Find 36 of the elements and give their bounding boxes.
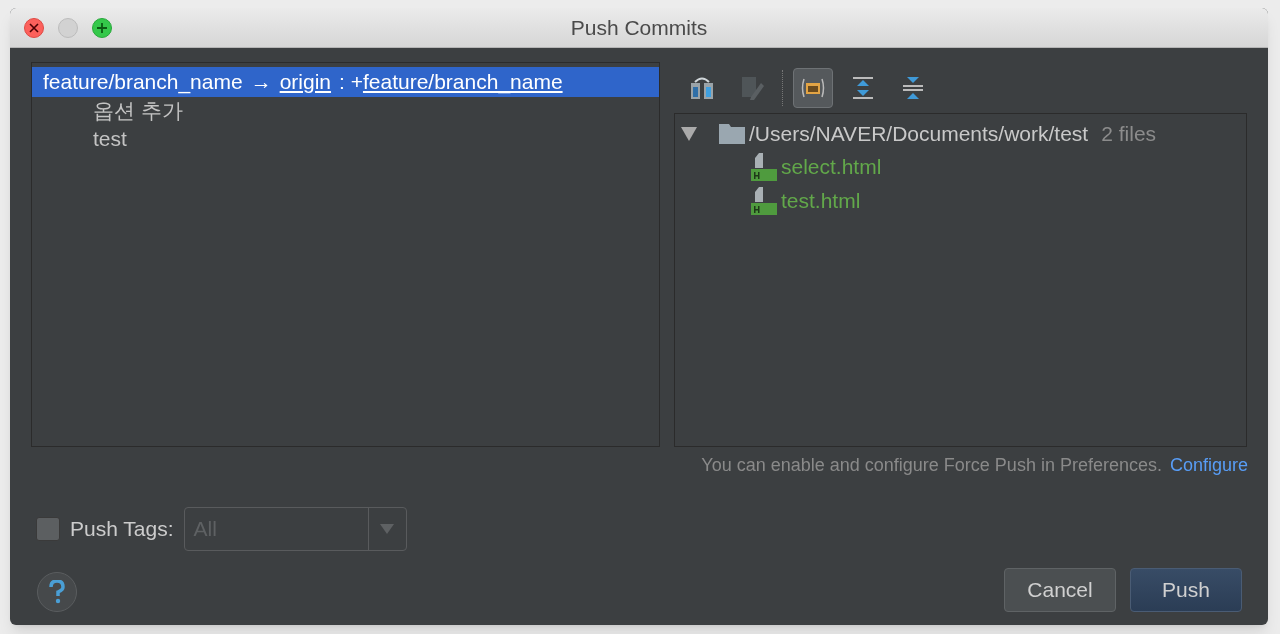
- dialog-button[interactable]: Push: [1130, 568, 1242, 612]
- html-file-icon: [751, 152, 777, 182]
- arrow-glyph: →: [250, 69, 272, 96]
- html-file-icon: [751, 186, 777, 216]
- folder-row[interactable]: /Users/NAVER/Documents/work/test 2 files: [675, 118, 1246, 150]
- zoom-button[interactable]: [92, 17, 112, 38]
- folder-icon: [800, 76, 826, 99]
- edit-document-icon: [739, 74, 765, 101]
- file-row[interactable]: select.html: [675, 150, 882, 184]
- commit-item[interactable]: test: [32, 125, 127, 153]
- push-tags-label: Push Tags:: [70, 516, 174, 543]
- file-row[interactable]: test.html: [675, 184, 861, 218]
- folder-path: /Users/NAVER/Documents/work/test: [749, 121, 1089, 148]
- target-branch-link[interactable]: feature/branch_name: [362, 66, 563, 98]
- commit-item[interactable]: 옵션 추가: [32, 97, 183, 125]
- file-count: 2 files: [1101, 121, 1157, 148]
- file-name: select.html: [781, 154, 882, 181]
- window-title: Push Commits: [570, 14, 708, 41]
- configure-link[interactable]: Configure: [1169, 451, 1248, 479]
- plus-icon: [96, 21, 108, 34]
- collapse-all-icon: [902, 75, 924, 100]
- force-push-notice: You can enable and configure Force Push in Preferences.: [701, 453, 1162, 477]
- toolbar-button[interactable]: [793, 67, 833, 108]
- push-spec-row[interactable]: feature/branch_name → origin : +feature/branch_name: [32, 67, 659, 97]
- help-button[interactable]: [37, 571, 77, 612]
- close-icon: [29, 22, 39, 33]
- file-name: test.html: [781, 188, 861, 215]
- dialog-button[interactable]: Cancel: [1004, 568, 1116, 612]
- remote-link[interactable]: origin: [279, 66, 331, 98]
- expand-all-icon: [852, 75, 874, 100]
- dropdown-caret-icon: [380, 524, 394, 534]
- folder-icon: [719, 124, 745, 144]
- close-button[interactable]: [24, 17, 44, 38]
- separator-text: : +: [339, 69, 363, 96]
- help-icon: [49, 579, 65, 604]
- source-branch: feature/branch_name: [43, 69, 243, 96]
